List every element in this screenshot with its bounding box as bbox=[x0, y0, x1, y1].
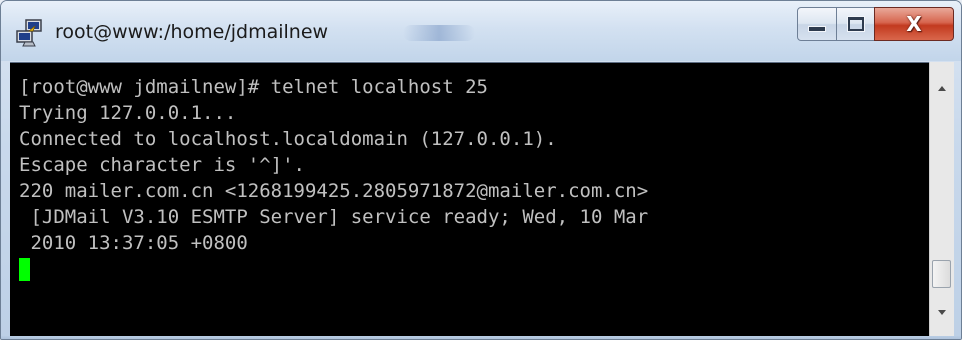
terminal-prompt-line[interactable] bbox=[19, 256, 929, 282]
maximize-icon bbox=[847, 17, 864, 31]
title-bar[interactable]: root@www:/home/jdmailnew X bbox=[1, 1, 961, 61]
maximize-button[interactable] bbox=[836, 7, 875, 41]
title-blur-highlight bbox=[403, 25, 475, 41]
text-cursor bbox=[19, 258, 30, 281]
terminal-line: 2010 13:37:05 +0800 bbox=[19, 232, 248, 254]
close-button[interactable]: X bbox=[874, 7, 954, 41]
scroll-up-button[interactable] bbox=[930, 76, 954, 100]
terminal-line: 220 mailer.com.cn <1268199425.2805971872… bbox=[19, 180, 649, 202]
terminal-line: [JDMail V3.10 ESMTP Server] service read… bbox=[19, 206, 649, 228]
scroll-down-arrow-icon bbox=[938, 309, 946, 315]
terminal-output[interactable]: [root@www jdmailnew]# telnet localhost 2… bbox=[10, 62, 929, 336]
terminal-line: Escape character is '^]'. bbox=[19, 154, 305, 176]
close-icon: X bbox=[906, 12, 922, 36]
window-title: root@www:/home/jdmailnew bbox=[55, 21, 329, 43]
vertical-scrollbar[interactable] bbox=[929, 62, 954, 336]
scroll-down-button[interactable] bbox=[930, 300, 954, 324]
terminal-line: Connected to localhost.localdomain (127.… bbox=[19, 128, 557, 150]
terminal-window: root@www:/home/jdmailnew X [root@www jdm… bbox=[0, 0, 962, 340]
terminal-line: [root@www jdmailnew]# telnet localhost 2… bbox=[19, 76, 488, 98]
window-bottom-border bbox=[1, 336, 961, 339]
terminal-line: Trying 127.0.0.1... bbox=[19, 102, 237, 124]
putty-icon[interactable] bbox=[15, 18, 45, 48]
scrollbar-thumb[interactable] bbox=[932, 260, 951, 288]
minimize-icon bbox=[808, 26, 826, 32]
minimize-button[interactable] bbox=[797, 7, 837, 41]
scroll-up-arrow-icon bbox=[938, 85, 946, 91]
